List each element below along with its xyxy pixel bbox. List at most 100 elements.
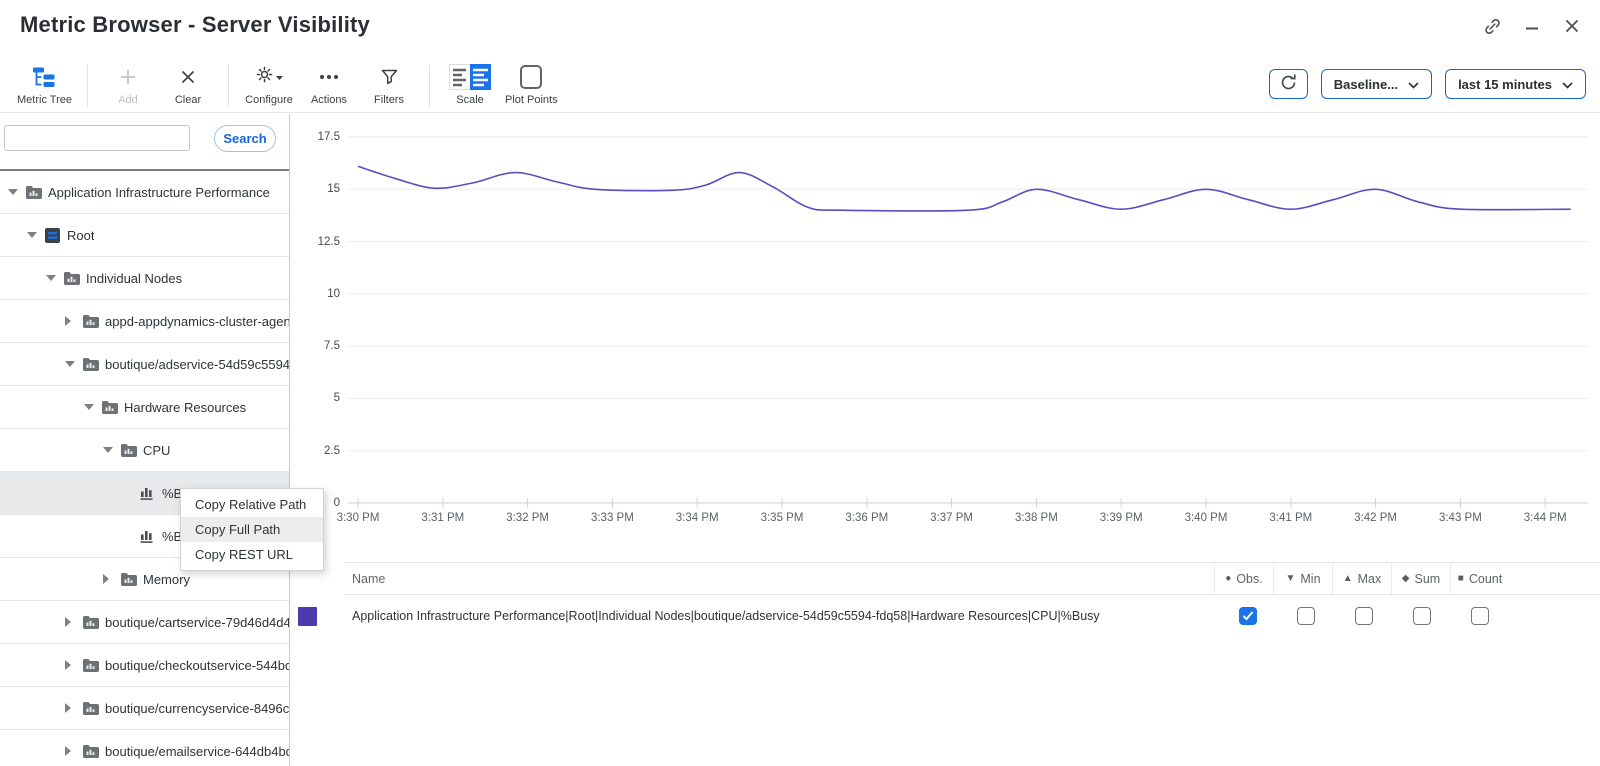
- close-icon[interactable]: [1562, 16, 1582, 36]
- tree-item-boutique-currencyservice-8496cb5c7[interactable]: boutique/currencyservice-8496cb5c7: [0, 687, 289, 730]
- x-axis-tick-label: 3:38 PM: [1004, 512, 1068, 524]
- plot-points-toggle[interactable]: Plot Points: [500, 63, 563, 106]
- x-axis-tick-label: 3:42 PM: [1344, 512, 1408, 524]
- chevron-expanded-icon[interactable]: [65, 361, 83, 367]
- folder-metric-icon: [102, 401, 124, 414]
- chevron-collapsed-icon[interactable]: [65, 703, 83, 713]
- filters-button[interactable]: Filters: [359, 63, 419, 106]
- chevron-expanded-icon[interactable]: [84, 404, 102, 410]
- stat-column-label: Min: [1300, 572, 1320, 586]
- folder-metric-icon: [83, 358, 105, 371]
- x-axis-tick-label: 3:37 PM: [920, 512, 984, 524]
- stat-column-label: Max: [1358, 572, 1382, 586]
- scale-left-icon[interactable]: [449, 64, 470, 90]
- chevron-expanded-icon[interactable]: [8, 189, 26, 195]
- tree-item-hardware-resources[interactable]: Hardware Resources: [0, 386, 289, 429]
- search-button[interactable]: Search: [214, 125, 276, 152]
- add-icon: [119, 63, 137, 91]
- main-area: 02.557.51012.51517.53:30 PM3:31 PM3:32 P…: [290, 114, 1600, 766]
- baseline-dropdown[interactable]: Baseline...: [1321, 69, 1432, 99]
- folder-metric-icon: [83, 745, 105, 758]
- tree-item-boutique-emailservice-644db4bdf8-lc[interactable]: boutique/emailservice-644db4bdf8-lc: [0, 730, 289, 766]
- name-column-header: Name: [345, 572, 1214, 586]
- actions-button[interactable]: Actions: [299, 63, 359, 106]
- stat-column-header-count: ■Count: [1450, 563, 1509, 594]
- tree-item-label: Application Infrastructure Performance: [48, 185, 270, 200]
- chevron-collapsed-icon[interactable]: [65, 316, 83, 326]
- chart-plot-area[interactable]: [348, 137, 1588, 513]
- add-button: Add: [98, 63, 158, 106]
- y-axis-tick-label: 10: [290, 286, 340, 302]
- scale-right-icon[interactable]: [470, 64, 491, 90]
- tree-item-label: Memory: [143, 572, 190, 587]
- metric-tree-icon: [32, 63, 58, 91]
- time-range-dropdown[interactable]: last 15 minutes: [1445, 69, 1586, 99]
- y-axis-tick-label: 12.5: [290, 234, 340, 250]
- tier-icon: [45, 228, 67, 243]
- x-axis-tick-label: 3:33 PM: [580, 512, 644, 524]
- x-axis-tick-label: 3:31 PM: [411, 512, 475, 524]
- triangle-down-marker-icon: ▼: [1285, 573, 1295, 584]
- metric-browser-window: Metric Browser - Server Visibility: [0, 0, 1600, 766]
- chevron-expanded-icon[interactable]: [46, 275, 64, 281]
- folder-metric-icon: [83, 315, 105, 328]
- caret-down-icon: [276, 68, 283, 86]
- tree-item-appd-appdynamics-cluster-agent-appd[interactable]: appd-appdynamics-cluster-agent-appd: [0, 300, 289, 343]
- link-icon[interactable]: [1482, 16, 1502, 36]
- tree-item-cpu[interactable]: CPU: [0, 429, 289, 472]
- tree-item-label: boutique/checkoutservice-544bdf649: [105, 658, 289, 673]
- configure-button[interactable]: Configure: [239, 63, 299, 106]
- chevron-expanded-icon[interactable]: [103, 447, 121, 453]
- checkbox-obs[interactable]: [1239, 607, 1257, 625]
- configure-gear-icon: [256, 66, 273, 88]
- tree-item-boutique-cartservice-79d46d4d46-9b[interactable]: boutique/cartservice-79d46d4d46-9b: [0, 601, 289, 644]
- diamond-marker-icon: ◆: [1402, 573, 1410, 584]
- checkbox-max[interactable]: [1355, 607, 1373, 625]
- table-row: Application Infrastructure Performance|R…: [290, 595, 1600, 637]
- folder-metric-icon: [121, 573, 143, 586]
- menu-item-copy-relative-path[interactable]: Copy Relative Path: [181, 492, 323, 517]
- baseline-dropdown-label: Baseline...: [1334, 77, 1398, 92]
- metric-icon: [140, 486, 162, 500]
- tree-item-label: boutique/cartservice-79d46d4d46-9b: [105, 615, 289, 630]
- time-range-label: last 15 minutes: [1458, 77, 1552, 92]
- metric-path-text: Application Infrastructure Performance|R…: [345, 609, 1219, 623]
- checkbox-min[interactable]: [1297, 607, 1315, 625]
- checkbox-sum[interactable]: [1413, 607, 1431, 625]
- menu-item-copy-rest-url[interactable]: Copy REST URL: [181, 542, 323, 567]
- menu-item-copy-full-path[interactable]: Copy Full Path: [181, 517, 323, 542]
- checkbox-count[interactable]: [1471, 607, 1489, 625]
- stat-cell: [1219, 607, 1277, 625]
- time-controls: Baseline... last 15 minutes: [1269, 69, 1586, 99]
- chevron-expanded-icon[interactable]: [27, 232, 45, 238]
- x-axis-tick-label: 3:30 PM: [326, 512, 390, 524]
- scale-toggle[interactable]: Scale: [440, 63, 500, 106]
- chevron-collapsed-icon[interactable]: [65, 617, 83, 627]
- filters-funnel-icon: [381, 63, 398, 91]
- toolbar-divider: [87, 65, 88, 107]
- search-input[interactable]: [4, 125, 190, 151]
- tree-item-boutique-checkoutservice-544bdf649[interactable]: boutique/checkoutservice-544bdf649: [0, 644, 289, 687]
- clear-icon: [180, 63, 196, 91]
- metric-tree-button[interactable]: Metric Tree: [12, 63, 77, 106]
- series-color-swatch: [298, 607, 317, 626]
- toolbar-divider: [228, 65, 229, 107]
- page-title: Metric Browser - Server Visibility: [20, 12, 370, 38]
- tree-item-root[interactable]: Root: [0, 214, 289, 257]
- tree-item-label: Hardware Resources: [124, 400, 246, 415]
- chevron-collapsed-icon[interactable]: [65, 660, 83, 670]
- stat-cell: [1335, 607, 1393, 625]
- tree-item-application-infrastructure-performance[interactable]: Application Infrastructure Performance: [0, 171, 289, 214]
- minimize-icon[interactable]: [1522, 16, 1542, 36]
- tree-item-individual-nodes[interactable]: Individual Nodes: [0, 257, 289, 300]
- chevron-collapsed-icon[interactable]: [103, 574, 121, 584]
- clear-button[interactable]: Clear: [158, 63, 218, 106]
- x-axis-tick-label: 3:39 PM: [1089, 512, 1153, 524]
- stat-column-label: Obs.: [1236, 572, 1262, 586]
- circle-marker-icon: ●: [1225, 573, 1231, 584]
- chevron-collapsed-icon[interactable]: [65, 746, 83, 756]
- plot-points-icon: [520, 65, 542, 89]
- tree-item-boutique-adservice-54d59c5594-fdq58[interactable]: boutique/adservice-54d59c5594-fdq58: [0, 343, 289, 386]
- metric-chart[interactable]: 02.557.51012.51517.53:30 PM3:31 PM3:32 P…: [290, 114, 1600, 534]
- refresh-button[interactable]: [1269, 69, 1308, 99]
